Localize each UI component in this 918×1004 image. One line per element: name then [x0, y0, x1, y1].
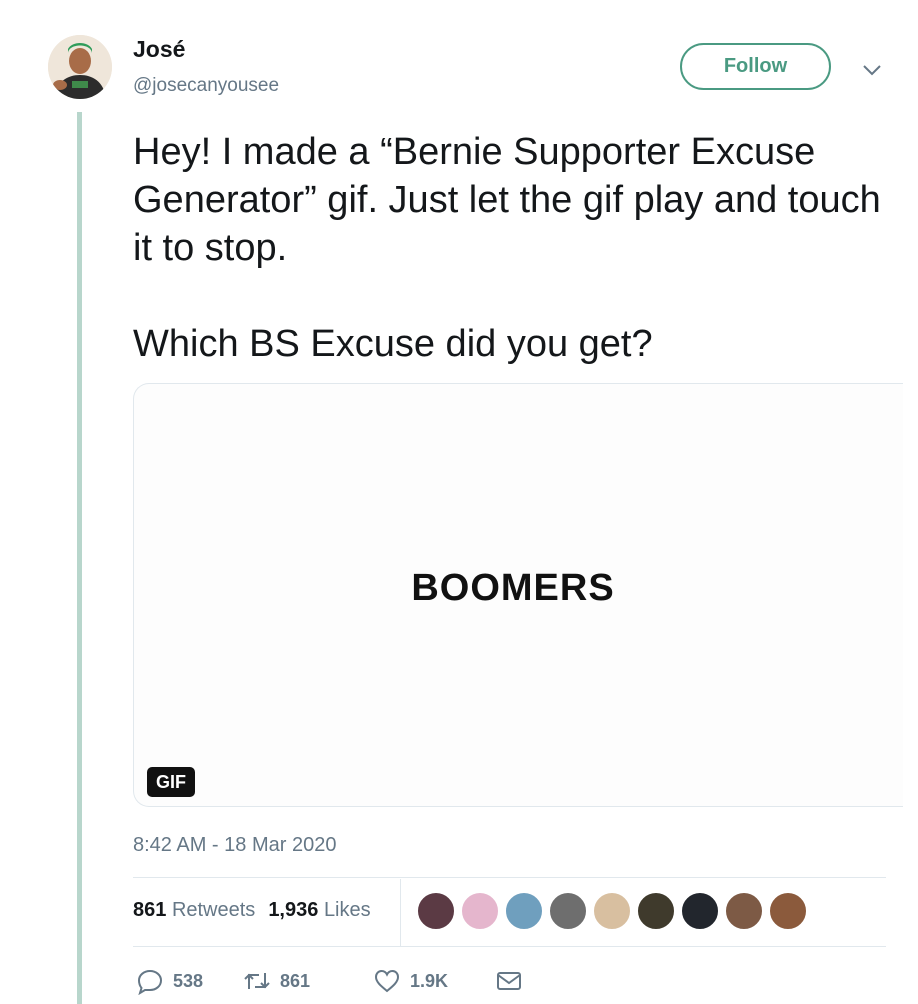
reply-icon	[137, 969, 163, 995]
avatar-9[interactable]	[768, 891, 808, 931]
direct-message-button[interactable]	[495, 964, 523, 998]
likes-label: Likes	[323, 899, 371, 921]
reply-button[interactable]: 538	[136, 964, 203, 998]
chevron-down-icon	[863, 65, 881, 76]
likes-stat[interactable]: 1,936 Likes	[268, 899, 370, 921]
gif-badge: GIF	[147, 767, 195, 797]
display-name[interactable]: José	[133, 36, 185, 63]
like-button[interactable]: 1.9K	[373, 964, 448, 998]
tweet-timestamp[interactable]: 8:42 AM - 18 Mar 2020	[133, 834, 336, 857]
tweet-paragraph: Which BS Excuse did you get?	[133, 323, 653, 365]
user-handle[interactable]: @josecanyousee	[133, 75, 279, 97]
retweet-count: 861	[280, 970, 311, 991]
tweet-paragraph: Hey! I made a “Bernie Supporter Excuse G…	[133, 131, 881, 269]
dm-icon	[497, 972, 521, 990]
avatar-4[interactable]	[548, 891, 588, 931]
avatar-3[interactable]	[504, 891, 544, 931]
retweet-icon	[244, 973, 270, 989]
avatar-8[interactable]	[724, 891, 764, 931]
avatar-2[interactable]	[460, 891, 500, 931]
retweets-count: 861	[133, 899, 167, 921]
gif-caption: BOOMERS	[411, 567, 615, 609]
thread-line	[77, 112, 82, 1004]
more-options-button[interactable]	[861, 62, 883, 78]
retweet-button[interactable]: 861	[243, 964, 310, 998]
engagement-stats: 861 Retweets 1,936 Likes	[133, 899, 371, 922]
avatar-6[interactable]	[636, 891, 676, 931]
avatar-5[interactable]	[592, 891, 632, 931]
divider	[133, 946, 886, 947]
retweets-stat[interactable]: 861 Retweets	[133, 899, 255, 921]
divider	[133, 877, 886, 878]
reply-count: 538	[173, 970, 204, 991]
avatar[interactable]	[48, 35, 112, 99]
avatar-7[interactable]	[680, 891, 720, 931]
retweets-label: Retweets	[171, 899, 256, 921]
stats-separator	[400, 879, 401, 946]
tweet-text: Hey! I made a “Bernie Supporter Excuse G…	[133, 128, 903, 368]
avatar-photo	[48, 35, 112, 99]
like-icon	[374, 969, 400, 993]
follow-button[interactable]: Follow	[680, 43, 831, 90]
like-count: 1.9K	[410, 970, 449, 991]
avatar-1[interactable]	[416, 891, 456, 931]
likes-count: 1,936	[268, 899, 319, 921]
